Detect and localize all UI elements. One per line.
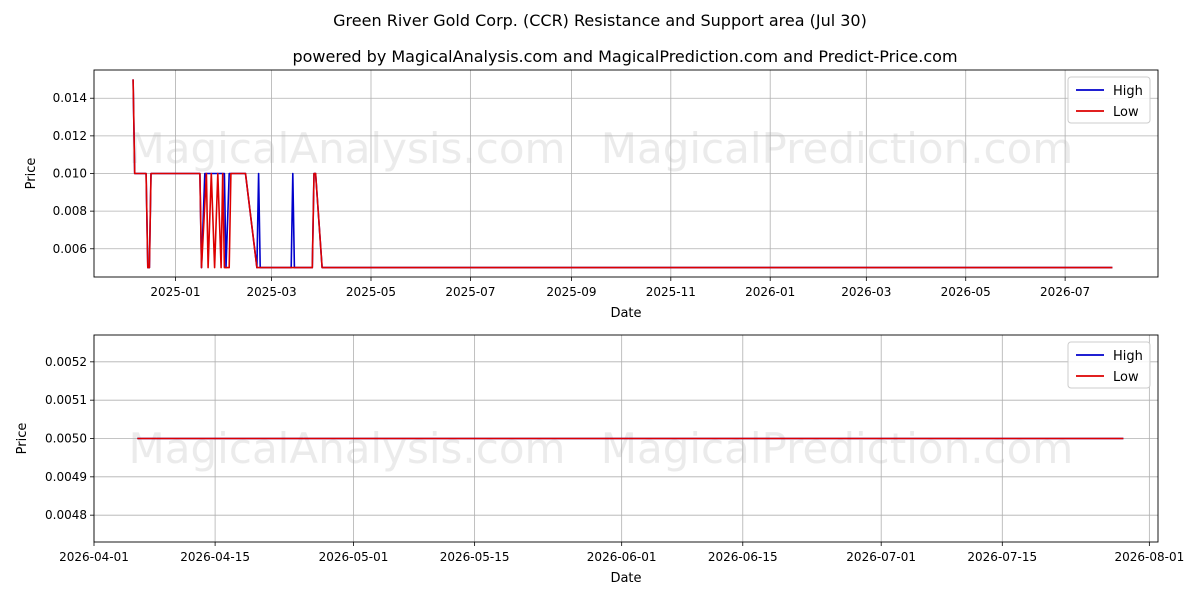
legend: High Low	[1067, 76, 1151, 124]
charts-layer: MagicalAnalysis.com MagicalPrediction.com…	[15, 69, 1184, 586]
x-tick-label: 2026-05-15	[440, 550, 510, 564]
y-tick-label: 0.006	[53, 242, 87, 256]
x-tick-label: 2026-05-01	[319, 550, 389, 564]
x-tick-label: 2025-05	[346, 285, 396, 299]
x-axis-label: Date	[610, 306, 641, 321]
x-tick-label: 2026-04-15	[180, 550, 250, 564]
x-tick-label: 2026-07-15	[967, 550, 1037, 564]
figure: Green River Gold Corp. (CCR) Resistance …	[0, 0, 1200, 600]
legend-label-low: Low	[1113, 105, 1139, 120]
chart-panel-2: MagicalAnalysis.com MagicalPrediction.com…	[15, 334, 1184, 586]
y-tick-label: 0.0051	[45, 393, 87, 407]
y-axis-label: Price	[15, 423, 30, 455]
legend-label-high: High	[1113, 84, 1143, 99]
y-tick-label: 0.0048	[45, 508, 87, 522]
x-tick-label: 2026-01	[745, 285, 795, 299]
y-tick-label: 0.0049	[45, 470, 87, 484]
x-tick-label: 2025-03	[247, 285, 297, 299]
x-tick-label: 2026-06-01	[587, 550, 657, 564]
x-tick-label: 2025-07	[445, 285, 495, 299]
legend: High Low	[1067, 341, 1151, 389]
y-tick-label: 0.010	[53, 167, 87, 181]
x-tick-label: 2026-07-01	[846, 550, 916, 564]
watermark-text: MagicalPrediction.com	[601, 124, 1074, 173]
x-tick-label: 2026-05	[941, 285, 991, 299]
y-tick-label: 0.0050	[45, 432, 87, 446]
x-tick-label: 2025-09	[546, 285, 596, 299]
figure-subtitle: powered by MagicalAnalysis.com and Magic…	[292, 47, 957, 66]
x-tick-label: 2025-11	[646, 285, 696, 299]
figure-canvas: Green River Gold Corp. (CCR) Resistance …	[15, 11, 1184, 586]
x-tick-label: 2026-08-01	[1114, 550, 1184, 564]
legend-label-high: High	[1113, 349, 1143, 364]
x-tick-label: 2026-07	[1040, 285, 1090, 299]
y-tick-label: 0.008	[53, 204, 87, 218]
y-tick-label: 0.014	[53, 91, 87, 105]
x-tick-label: 2026-03	[841, 285, 891, 299]
legend-label-low: Low	[1113, 370, 1139, 385]
x-axis-label: Date	[610, 571, 641, 586]
chart-panel-1: MagicalAnalysis.com MagicalPrediction.com…	[24, 69, 1159, 321]
watermark-text: MagicalAnalysis.com	[129, 424, 566, 473]
x-tick-label: 2026-06-15	[708, 550, 778, 564]
watermark-text: MagicalAnalysis.com	[129, 124, 566, 173]
y-tick-label: 0.0052	[45, 355, 87, 369]
x-tick-label: 2025-01	[150, 285, 200, 299]
figure-title: Green River Gold Corp. (CCR) Resistance …	[333, 11, 867, 30]
y-axis-label: Price	[24, 158, 39, 190]
x-tick-label: 2026-04-01	[59, 550, 129, 564]
y-tick-label: 0.012	[53, 129, 87, 143]
